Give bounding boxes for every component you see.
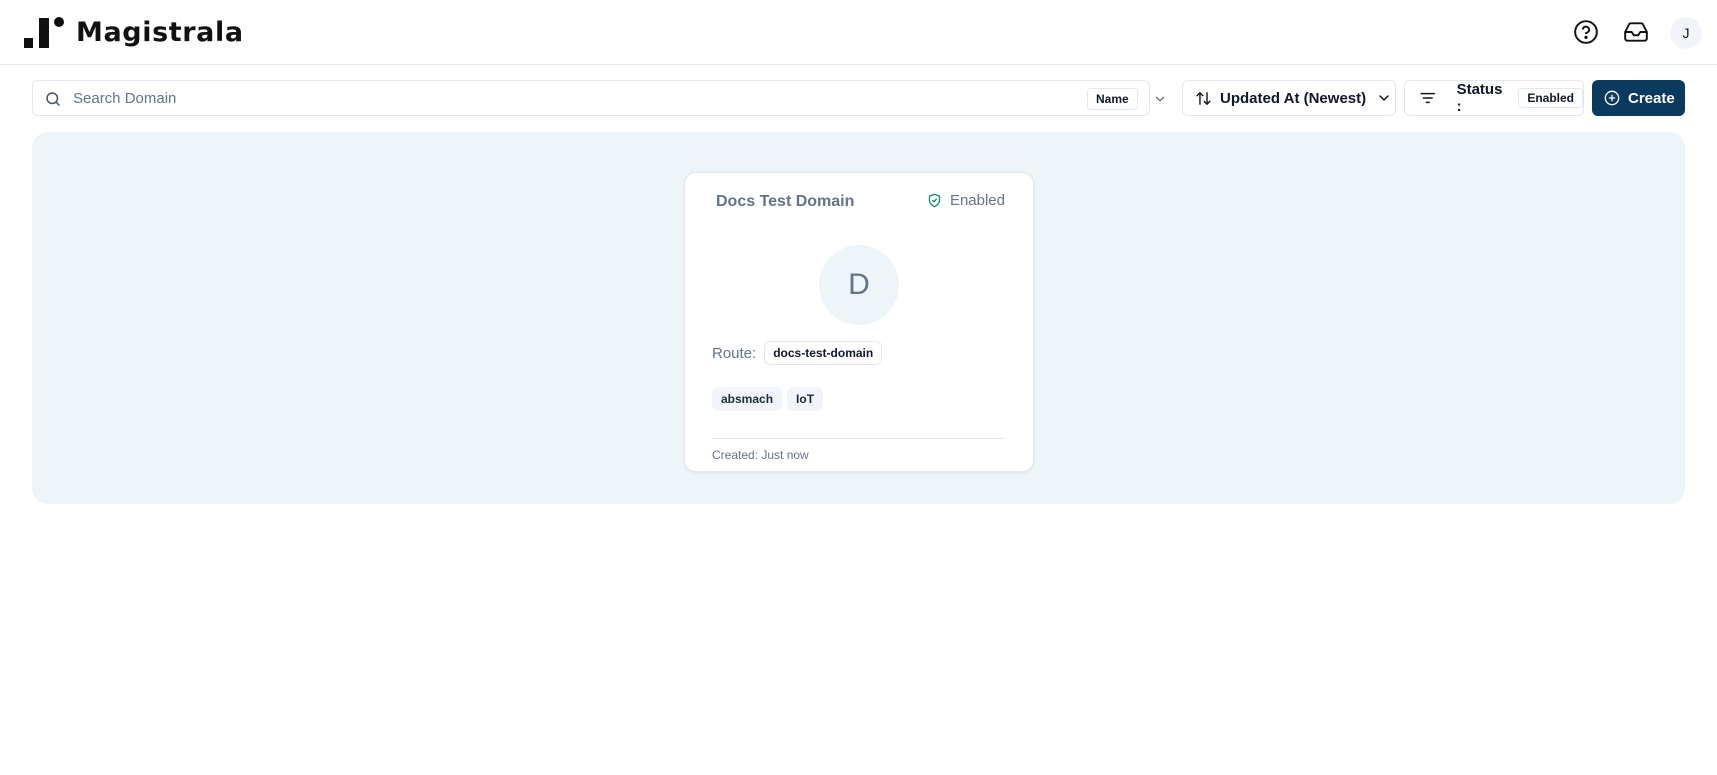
domain-card[interactable]: Docs Test Domain Enabled D Route: docs-t… xyxy=(684,172,1034,472)
search-bar: Name xyxy=(32,80,1165,116)
search-field-select[interactable]: Name xyxy=(1035,85,1165,113)
card-divider xyxy=(712,438,1005,439)
filter-icon xyxy=(1420,92,1436,104)
sort-arrows-icon xyxy=(1196,91,1211,105)
search-icon xyxy=(46,92,60,106)
top-navbar: Magistrala J xyxy=(0,0,1717,65)
search-field-badge: Name xyxy=(1087,88,1138,110)
route-row: Route: docs-test-domain xyxy=(712,341,883,365)
filter-value-badge: Enabled xyxy=(1518,88,1583,108)
shield-check-icon xyxy=(928,193,941,208)
inbox-button[interactable] xyxy=(1622,18,1650,46)
logo-mark-icon xyxy=(24,16,66,48)
create-domain-button[interactable]: Create xyxy=(1592,80,1685,116)
app-logo[interactable]: Magistrala xyxy=(24,16,244,48)
chevron-down-icon xyxy=(1155,96,1165,102)
help-circle-icon xyxy=(1574,20,1598,44)
domain-name: Docs Test Domain xyxy=(716,193,855,210)
create-label: Create xyxy=(1628,89,1675,107)
chevron-down-icon xyxy=(1379,95,1389,101)
status-label: Enabled xyxy=(949,192,1005,209)
status-filter-button[interactable]: Status : Enabled xyxy=(1404,80,1584,116)
tag-list: absmach IoT xyxy=(712,387,828,411)
route-label: Route: xyxy=(712,344,757,362)
sort-label: Updated At (Newest) xyxy=(1220,89,1367,107)
tag-item: absmach xyxy=(712,387,783,411)
help-button[interactable] xyxy=(1572,18,1600,46)
user-avatar[interactable]: J xyxy=(1670,17,1702,49)
filter-label: Status : xyxy=(1456,81,1503,115)
domain-avatar: D xyxy=(819,245,899,325)
created-timestamp: Created: Just now xyxy=(712,448,809,462)
inbox-icon xyxy=(1624,22,1648,42)
status-badge: Enabled xyxy=(927,192,1005,209)
route-badge: docs-test-domain xyxy=(764,341,883,365)
app-name: Magistrala xyxy=(76,16,244,48)
search-input[interactable] xyxy=(73,82,1053,114)
sort-dropdown-button[interactable]: Updated At (Newest) xyxy=(1182,80,1396,116)
plus-circle-icon xyxy=(1604,90,1620,106)
tag-item: IoT xyxy=(787,387,824,411)
